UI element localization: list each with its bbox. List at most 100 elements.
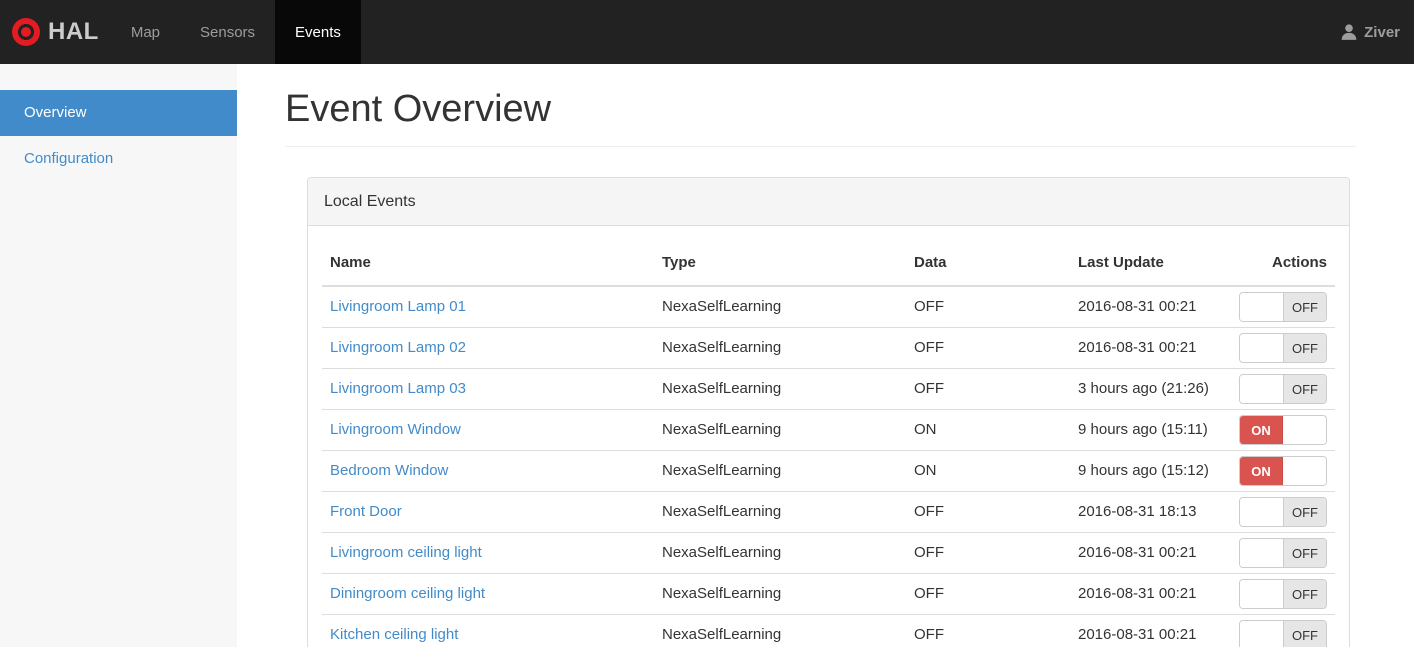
toggle-switch[interactable]: OFF xyxy=(1239,333,1327,364)
table-row: Livingroom Window NexaSelfLearning ON 9 … xyxy=(322,409,1335,451)
name-cell: Livingroom Window xyxy=(322,409,654,451)
last-update-cell: 2016-08-31 00:21 xyxy=(1070,327,1231,369)
table-row: Livingroom Lamp 02 NexaSelfLearning OFF … xyxy=(322,327,1335,369)
actions-cell: ON xyxy=(1231,450,1335,492)
type-cell: NexaSelfLearning xyxy=(654,573,906,615)
event-name-link[interactable]: Front Door xyxy=(330,503,402,520)
data-cell: ON xyxy=(906,450,1070,492)
switch-handle xyxy=(1240,498,1283,527)
switch-handle xyxy=(1240,334,1283,363)
switch-handle xyxy=(1240,293,1283,322)
switch-state-label: OFF xyxy=(1283,293,1326,322)
name-cell: Front Door xyxy=(322,491,654,533)
name-cell: Livingroom Lamp 02 xyxy=(322,327,654,369)
toggle-switch[interactable]: OFF xyxy=(1239,579,1327,610)
actions-cell: OFF xyxy=(1231,491,1335,533)
data-cell: OFF xyxy=(906,532,1070,574)
switch-state-label: OFF xyxy=(1283,539,1326,568)
actions-cell: OFF xyxy=(1231,368,1335,410)
table-row: Kitchen ceiling light NexaSelfLearning O… xyxy=(322,614,1335,647)
switch-handle xyxy=(1283,457,1326,486)
column-header: Type xyxy=(654,241,906,287)
event-name-link[interactable]: Livingroom Lamp 02 xyxy=(330,339,466,356)
data-cell: OFF xyxy=(906,573,1070,615)
events-table-body: Livingroom Lamp 01 NexaSelfLearning OFF … xyxy=(322,285,1335,647)
actions-cell: OFF xyxy=(1231,532,1335,574)
toggle-switch[interactable]: ON xyxy=(1239,415,1327,446)
sidebar: Overview Configuration xyxy=(0,64,237,647)
panel-title: Local Events xyxy=(324,193,416,210)
name-cell: Kitchen ceiling light xyxy=(322,614,654,647)
last-update-cell: 3 hours ago (21:26) xyxy=(1070,368,1231,410)
data-cell: ON xyxy=(906,409,1070,451)
type-cell: NexaSelfLearning xyxy=(654,409,906,451)
switch-handle xyxy=(1240,580,1283,609)
switch-state-label: ON xyxy=(1240,457,1283,486)
event-name-link[interactable]: Livingroom Lamp 03 xyxy=(330,380,466,397)
table-row: Front Door NexaSelfLearning OFF 2016-08-… xyxy=(322,491,1335,533)
events-table: Name Type Data Last Update Actions Livin… xyxy=(322,241,1335,647)
switch-state-label: OFF xyxy=(1283,498,1326,527)
switch-handle xyxy=(1240,621,1283,647)
nav-tab[interactable]: Events xyxy=(275,0,361,64)
main-nav: Map Sensors Events xyxy=(111,0,361,64)
data-cell: OFF xyxy=(906,491,1070,533)
username-label: Ziver xyxy=(1364,23,1400,41)
sidebar-item[interactable]: Overview xyxy=(0,90,237,136)
data-cell: OFF xyxy=(906,614,1070,647)
nav-tab[interactable]: Sensors xyxy=(180,0,275,64)
event-name-link[interactable]: Livingroom ceiling light xyxy=(330,544,482,561)
data-cell: OFF xyxy=(906,285,1070,328)
nav-tab[interactable]: Map xyxy=(111,0,180,64)
table-row: Livingroom ceiling light NexaSelfLearnin… xyxy=(322,532,1335,574)
switch-state-label: OFF xyxy=(1283,334,1326,363)
panel-body: Name Type Data Last Update Actions Livin… xyxy=(308,226,1349,647)
last-update-cell: 9 hours ago (15:11) xyxy=(1070,409,1231,451)
data-cell: OFF xyxy=(906,327,1070,369)
table-row: Livingroom Lamp 03 NexaSelfLearning OFF … xyxy=(322,368,1335,410)
panel-heading: Local Events xyxy=(308,178,1349,226)
table-header-row: Name Type Data Last Update Actions xyxy=(322,241,1335,287)
user-menu[interactable]: Ziver xyxy=(1326,0,1414,64)
column-header: Name xyxy=(322,241,654,287)
event-name-link[interactable]: Kitchen ceiling light xyxy=(330,626,458,643)
toggle-switch[interactable]: OFF xyxy=(1239,497,1327,528)
column-header: Actions xyxy=(1231,241,1335,287)
toggle-switch[interactable]: OFF xyxy=(1239,538,1327,569)
toggle-switch[interactable]: OFF xyxy=(1239,374,1327,405)
actions-cell: OFF xyxy=(1231,573,1335,615)
toggle-switch[interactable]: ON xyxy=(1239,456,1327,487)
sidebar-item[interactable]: Configuration xyxy=(0,136,237,182)
last-update-cell: 2016-08-31 18:13 xyxy=(1070,491,1231,533)
event-name-link[interactable]: Bedroom Window xyxy=(330,462,448,479)
name-cell: Bedroom Window xyxy=(322,450,654,492)
local-events-panel: Local Events Name Type Data Last Update xyxy=(307,177,1350,647)
type-cell: NexaSelfLearning xyxy=(654,368,906,410)
event-name-link[interactable]: Livingroom Window xyxy=(330,421,461,438)
switch-handle xyxy=(1240,375,1283,404)
type-cell: NexaSelfLearning xyxy=(654,285,906,328)
person-icon xyxy=(1341,24,1357,40)
type-cell: NexaSelfLearning xyxy=(654,450,906,492)
table-row: Livingroom Lamp 01 NexaSelfLearning OFF … xyxy=(322,285,1335,328)
name-cell: Livingroom Lamp 03 xyxy=(322,368,654,410)
switch-state-label: ON xyxy=(1240,416,1283,445)
toggle-switch[interactable]: OFF xyxy=(1239,292,1327,323)
type-cell: NexaSelfLearning xyxy=(654,327,906,369)
switch-handle xyxy=(1283,416,1326,445)
bullseye-logo-icon xyxy=(12,18,40,46)
switch-state-label: OFF xyxy=(1283,621,1326,647)
actions-cell: ON xyxy=(1231,409,1335,451)
type-cell: NexaSelfLearning xyxy=(654,532,906,574)
brand[interactable]: HAL xyxy=(0,0,111,64)
name-cell: Livingroom ceiling light xyxy=(322,532,654,574)
event-name-link[interactable]: Livingroom Lamp 01 xyxy=(330,298,466,315)
table-row: Diningroom ceiling light NexaSelfLearnin… xyxy=(322,573,1335,615)
switch-handle xyxy=(1240,539,1283,568)
switch-state-label: OFF xyxy=(1283,580,1326,609)
event-name-link[interactable]: Diningroom ceiling light xyxy=(330,585,485,602)
last-update-cell: 2016-08-31 00:21 xyxy=(1070,285,1231,328)
toggle-switch[interactable]: OFF xyxy=(1239,620,1327,647)
last-update-cell: 2016-08-31 00:21 xyxy=(1070,573,1231,615)
last-update-cell: 2016-08-31 00:21 xyxy=(1070,532,1231,574)
